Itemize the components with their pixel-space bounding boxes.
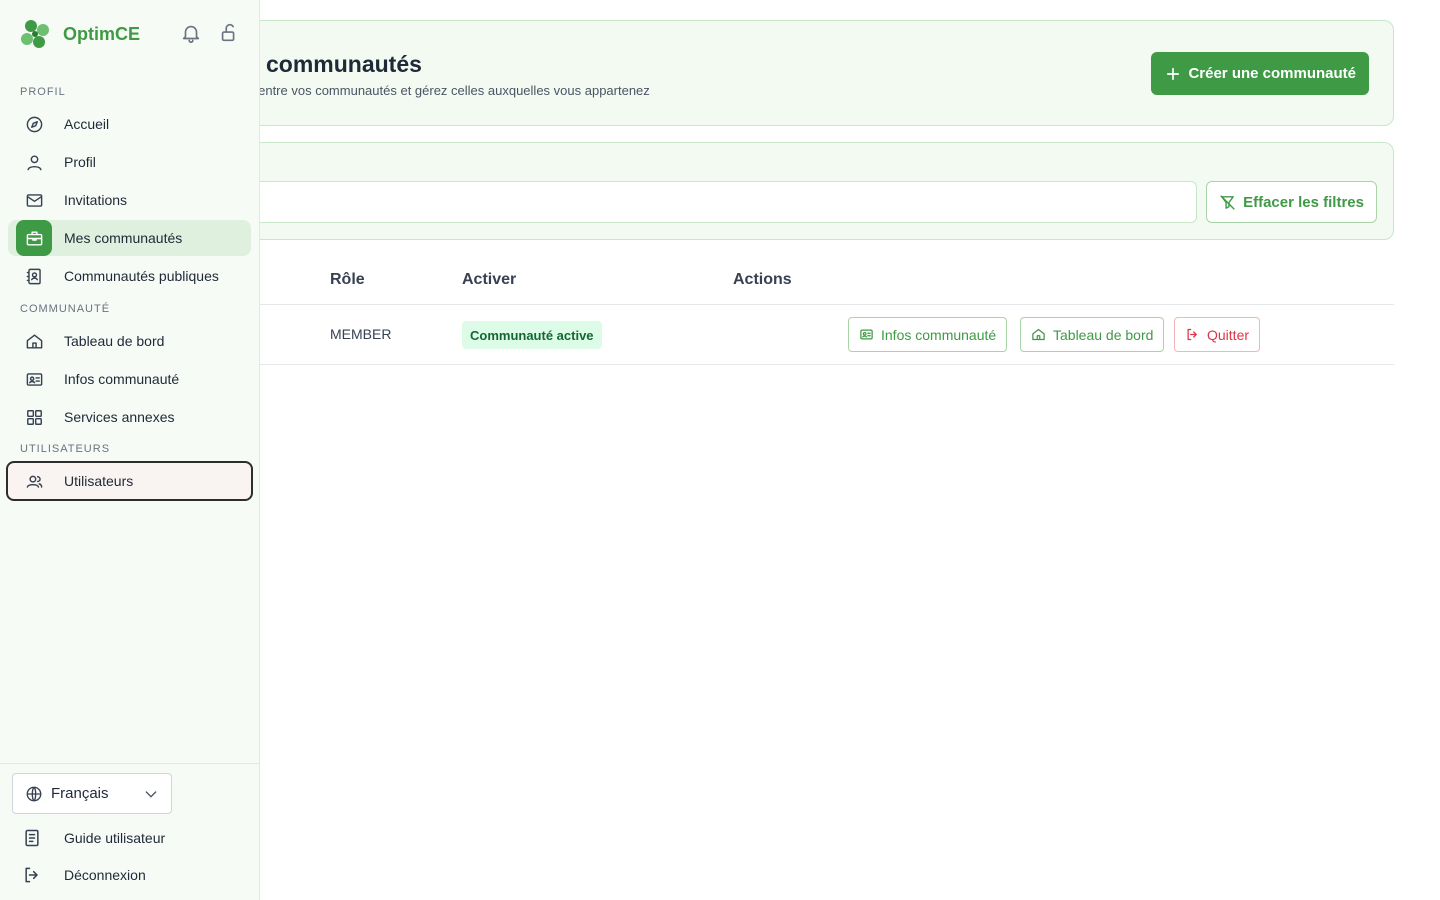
dashboard-button[interactable]: Tableau de bord <box>1020 317 1165 352</box>
grid-icon <box>16 399 52 435</box>
role-cell: MEMBER <box>330 326 392 342</box>
page-header-card: communautés z entre vos communautés et g… <box>160 20 1394 126</box>
dashboard-label: Tableau de bord <box>1053 326 1154 343</box>
globe-icon <box>26 786 42 801</box>
users-icon <box>16 463 52 499</box>
brand-name: OptimCE <box>63 23 141 44</box>
clover-logo-icon <box>21 20 49 48</box>
sidebar-item-profil[interactable]: Profil <box>8 144 251 180</box>
sidebar-item-label: Tableau de bord <box>64 333 165 349</box>
community-info-button[interactable]: Infos communauté <box>848 317 1008 352</box>
column-header-active: Activer <box>462 271 517 288</box>
section-label-utilisateurs: UTILISATEURS <box>20 443 111 455</box>
quit-community-button[interactable]: Quitter <box>1174 317 1261 352</box>
table-row: MEMBER Communauté active Infos communaut… <box>160 305 1394 365</box>
column-header-role: Rôle <box>330 271 365 288</box>
column-header-actions: Actions <box>733 271 792 288</box>
chevron-down-icon <box>145 790 157 798</box>
sidebar-item-tableau-de-bord[interactable]: Tableau de bord <box>8 323 251 359</box>
home-icon <box>16 323 52 359</box>
sidebar-item-label: Profil <box>64 154 96 170</box>
table-header: Rôle Activer Actions <box>160 256 1394 305</box>
clear-filters-button[interactable]: Effacer les filtres <box>1206 181 1377 223</box>
community-info-label: Infos communauté <box>881 326 997 343</box>
section-label-communaute: COMMUNAUTÉ <box>20 303 111 315</box>
logout-icon <box>1187 328 1197 341</box>
sidebar-item-services-annexes[interactable]: Services annexes <box>8 399 251 435</box>
sidebar-item-accueil[interactable]: Accueil <box>8 106 251 142</box>
create-community-button[interactable]: Créer une communauté <box>1151 52 1369 95</box>
logout-icon <box>25 867 38 883</box>
sidebar-divider <box>0 763 259 764</box>
sidebar: OptimCE PROFIL Accueil Profil Invitation… <box>0 0 260 900</box>
home-icon <box>1032 328 1045 341</box>
sidebar-item-utilisateurs[interactable]: Utilisateurs <box>6 461 253 501</box>
user-icon <box>16 144 52 180</box>
logout-link[interactable]: Déconnexion <box>22 865 146 885</box>
sidebar-item-label: Infos communauté <box>64 371 180 387</box>
book-icon <box>25 829 39 847</box>
contact-book-icon <box>16 258 52 294</box>
sidebar-item-label: Utilisateurs <box>64 473 134 489</box>
plus-icon <box>1167 67 1180 80</box>
sidebar-item-invitations[interactable]: Invitations <box>8 182 251 218</box>
section-label-profil: PROFIL <box>20 86 66 98</box>
quit-label: Quitter <box>1207 326 1250 343</box>
status-badge: Communauté active <box>462 321 602 349</box>
id-card-icon <box>16 361 52 397</box>
sidebar-item-infos-communaute[interactable]: Infos communauté <box>8 361 251 397</box>
user-guide-label: Guide utilisateur <box>64 830 166 846</box>
brand[interactable]: OptimCE <box>19 18 140 50</box>
sidebar-item-label: Mes communautés <box>64 230 183 246</box>
communities-table: Rôle Activer Actions MEMBER Communauté a… <box>160 256 1394 365</box>
sidebar-item-label: Accueil <box>64 116 110 132</box>
create-community-label: Créer une communauté <box>1188 65 1356 82</box>
search-input[interactable] <box>161 181 1197 223</box>
unlock-icon[interactable] <box>218 22 240 44</box>
language-value: Français <box>51 785 109 802</box>
filter-off-icon <box>1220 194 1235 210</box>
sidebar-item-label: Services annexes <box>64 409 175 425</box>
sidebar-item-label: Communautés publiques <box>64 268 219 284</box>
clear-filters-label: Effacer les filtres <box>1243 193 1364 211</box>
briefcase-icon <box>16 220 52 256</box>
sidebar-item-mes-communautes[interactable]: Mes communautés <box>8 220 251 256</box>
logout-label: Déconnexion <box>64 867 146 883</box>
filter-card: Effacer les filtres <box>160 142 1394 240</box>
mail-icon <box>16 182 52 218</box>
user-guide-link[interactable]: Guide utilisateur <box>22 828 165 848</box>
sidebar-item-label: Invitations <box>64 192 128 208</box>
page-subtitle: z entre vos communautés et gérez celles … <box>248 83 650 98</box>
sidebar-item-communautes-publiques[interactable]: Communautés publiques <box>8 258 251 294</box>
bell-icon[interactable] <box>180 22 202 44</box>
id-card-icon <box>860 329 873 340</box>
page-title: communautés <box>266 51 422 77</box>
language-select[interactable]: Français <box>12 773 172 814</box>
compass-icon <box>16 106 52 142</box>
